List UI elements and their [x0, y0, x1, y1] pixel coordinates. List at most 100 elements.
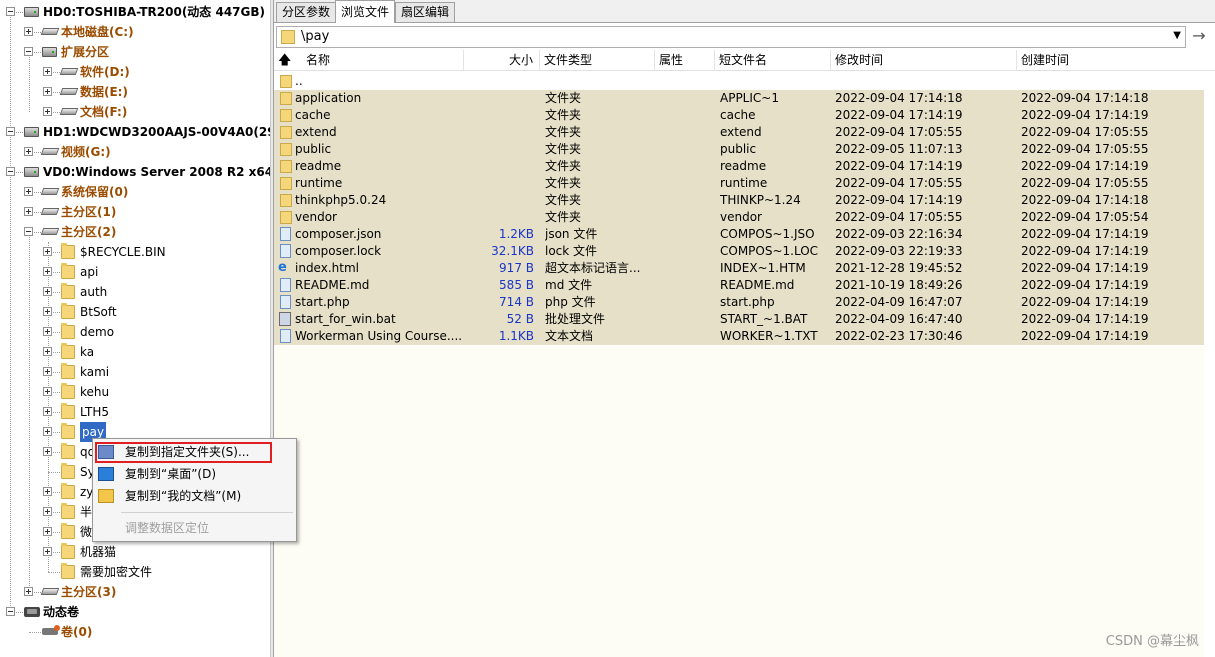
table-row[interactable]: application 文件夹 APPLIC~1 2022-09-04 17:14:1… [274, 90, 1204, 107]
tree-node[interactable]: 软件(D:) [0, 62, 270, 82]
tree-node[interactable]: VD0:Windows Server 2008 R2 x64.vm [0, 162, 270, 182]
expand-plus-icon[interactable] [24, 187, 33, 196]
folder-icon [61, 303, 75, 319]
tree-node[interactable]: 动态卷 [0, 602, 270, 622]
drive-icon [40, 28, 60, 35]
expand-plus-icon[interactable] [43, 67, 52, 76]
table-row[interactable]: runtime 文件夹 runtime 2022-09-04 17:05:55 2022… [274, 175, 1204, 192]
partition-tree[interactable]: HD0:TOSHIBA-TR200(动态 447GB) 本地磁盘(C:) 扩展分区软… [0, 0, 270, 657]
desktop-icon [98, 467, 114, 481]
table-row[interactable]: vendor 文件夹 vendor 2022-09-04 17:05:55 2022-0… [274, 209, 1204, 226]
column-type[interactable]: 文件类型 [540, 50, 655, 71]
file-list-empty-area[interactable] [274, 346, 1204, 657]
tree-node[interactable]: demo [0, 322, 270, 342]
expand-plus-icon[interactable] [24, 27, 33, 36]
table-row[interactable]: readme 文件夹 readme 2022-09-04 17:14:19 2022-0… [274, 158, 1204, 175]
expand-plus-icon[interactable] [43, 527, 52, 536]
column-short-name[interactable]: 短文件名 [715, 50, 831, 71]
expand-plus-icon[interactable] [43, 547, 52, 556]
tree-node[interactable]: 机器猫 [0, 542, 270, 562]
tree-node[interactable]: 文档(F:) [0, 102, 270, 122]
expand-plus-icon[interactable] [43, 307, 52, 316]
expand-plus-icon[interactable] [43, 427, 52, 436]
collapse-minus-icon[interactable] [24, 47, 33, 56]
cell-short: readme [720, 159, 767, 173]
tree-node[interactable]: 本地磁盘(C:) [0, 22, 270, 42]
tree-node[interactable]: kami [0, 362, 270, 382]
cell-name: public [295, 142, 332, 156]
table-row[interactable]: Workerman Using Course.... 1.1KB 文本文档 WORKE… [274, 328, 1204, 345]
expand-plus-icon[interactable] [43, 487, 52, 496]
tree-node[interactable]: 主分区(2) [0, 222, 270, 242]
collapse-minus-icon[interactable] [6, 127, 15, 136]
table-row[interactable]: start_for_win.bat 52 B 批处理文件 START_~1.BAT 20… [274, 311, 1204, 328]
cell-modified: 2022-04-09 16:47:07 [835, 295, 963, 309]
menu-item-copy-to-documents[interactable]: 复制到“我的文档”(M) [93, 485, 296, 507]
expand-plus-icon[interactable] [43, 447, 52, 456]
table-row[interactable]: composer.lock 32.1KB lock 文件 COMPOS~1.LOC 20… [274, 243, 1204, 260]
column-size[interactable]: 大小 [464, 50, 540, 71]
chevron-down-icon[interactable]: ▼ [1173, 30, 1181, 41]
tab-browse-files[interactable]: 浏览文件 [335, 0, 396, 23]
tree-node[interactable]: 系统保留(0) [0, 182, 270, 202]
menu-item-copy-to-desktop[interactable]: 复制到“桌面”(D) [93, 463, 296, 485]
collapse-minus-icon[interactable] [6, 607, 15, 616]
tree-node[interactable]: 数据(E:) [0, 82, 270, 102]
expand-plus-icon[interactable] [43, 507, 52, 516]
expand-plus-icon[interactable] [43, 367, 52, 376]
path-input[interactable]: \pay [301, 29, 329, 44]
up-folder-icon[interactable]: 🡅 [278, 50, 291, 71]
tree-node[interactable]: 卷(0) [0, 622, 270, 642]
table-row[interactable]: start.php 714 B php 文件 start.php 2022-04-09 … [274, 294, 1204, 311]
tree-node[interactable]: HD1:WDCWD3200AAJS-00V4A0(298G [0, 122, 270, 142]
folder-icon [280, 177, 292, 190]
table-row[interactable]: public 文件夹 public 2022-09-05 11:07:13 2022-0… [274, 141, 1204, 158]
table-row[interactable]: thinkphp5.0.24 文件夹 THINKP~1.24 2022-09-04 1… [274, 192, 1204, 209]
path-combobox[interactable]: \pay ▼ [276, 26, 1186, 48]
table-row[interactable]: e index.html 917 B 超文本标记语言... INDEX~1.HTM 202… [274, 260, 1204, 277]
tree-node[interactable]: 视频(G:) [0, 142, 270, 162]
table-row[interactable]: composer.json 1.2KB json 文件 COMPOS~1.JSO 202… [274, 226, 1204, 243]
expand-plus-icon[interactable] [24, 587, 33, 596]
expand-plus-icon[interactable] [43, 107, 52, 116]
expand-plus-icon[interactable] [43, 347, 52, 356]
expand-plus-icon[interactable] [43, 327, 52, 336]
tree-node[interactable]: api [0, 262, 270, 282]
expand-plus-icon[interactable] [43, 247, 52, 256]
tree-node-label: 系统保留(0) [61, 185, 129, 199]
table-row[interactable]: cache 文件夹 cache 2022-09-04 17:14:19 2022-09-… [274, 107, 1204, 124]
tree-node[interactable]: HD0:TOSHIBA-TR200(动态 447GB) [0, 2, 270, 22]
tree-node[interactable]: 需要加密文件 [0, 562, 270, 582]
column-attributes[interactable]: 属性 [655, 50, 715, 71]
collapse-minus-icon[interactable] [24, 227, 33, 236]
column-modified[interactable]: 修改时间 [831, 50, 1017, 71]
tree-node[interactable]: BtSoft [0, 302, 270, 322]
vertical-scrollbar[interactable] [1205, 73, 1215, 657]
expand-plus-icon[interactable] [43, 267, 52, 276]
expand-plus-icon[interactable] [43, 287, 52, 296]
tree-node[interactable]: $RECYCLE.BIN [0, 242, 270, 262]
table-row[interactable]: .. [274, 73, 1204, 90]
tree-node[interactable]: 扩展分区 [0, 42, 270, 62]
tree-node[interactable]: 主分区(3) [0, 582, 270, 602]
go-arrow-icon[interactable]: → [1187, 26, 1211, 48]
tree-node[interactable]: 主分区(1) [0, 202, 270, 222]
expand-plus-icon[interactable] [43, 387, 52, 396]
expand-plus-icon[interactable] [24, 207, 33, 216]
tab-partition-params[interactable]: 分区参数 [276, 2, 337, 22]
tree-node[interactable]: ka [0, 342, 270, 362]
table-row[interactable]: README.md 585 B md 文件 README.md 2021-10-19 1… [274, 277, 1204, 294]
tree-node[interactable]: auth [0, 282, 270, 302]
collapse-minus-icon[interactable] [6, 167, 15, 176]
tree-node[interactable]: kehu [0, 382, 270, 402]
expand-plus-icon[interactable] [43, 87, 52, 96]
volume-icon [42, 625, 60, 635]
expand-plus-icon[interactable] [24, 147, 33, 156]
column-created[interactable]: 创建时间 [1017, 50, 1205, 71]
column-name[interactable]: 🡅 名称 [274, 50, 464, 71]
table-row[interactable]: extend 文件夹 extend 2022-09-04 17:05:55 2022-0… [274, 124, 1204, 141]
expand-plus-icon[interactable] [43, 407, 52, 416]
collapse-minus-icon[interactable] [6, 7, 15, 16]
tab-sector-editor[interactable]: 扇区编辑 [395, 2, 456, 22]
tree-node[interactable]: LTH5 [0, 402, 270, 422]
